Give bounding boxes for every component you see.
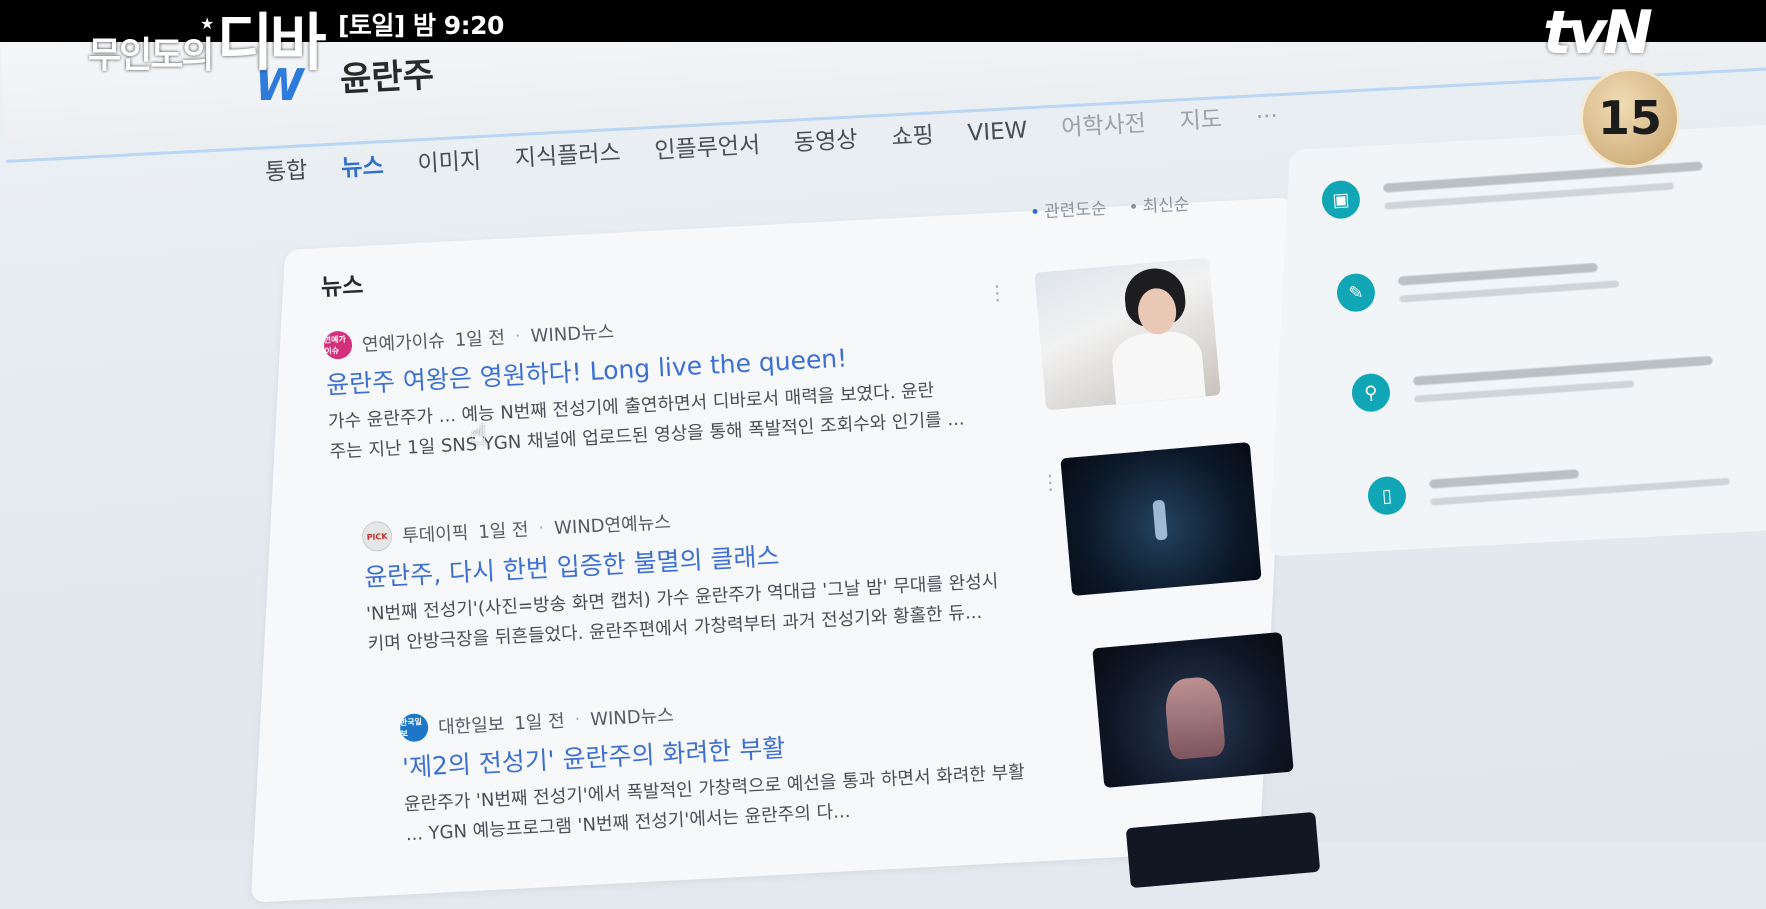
tab-integrated[interactable]: 통합 (264, 151, 308, 187)
tab-influencer[interactable]: 인플루언서 (653, 125, 761, 165)
tab-more[interactable]: ··· (1255, 103, 1278, 130)
news-article: ⋮ PICK 투데이픽 1일 전 · WIND연예뉴스 윤란주, 다시 한번 입… (361, 470, 1099, 660)
airtime-label: [토일] 밤 9:20 (338, 11, 504, 40)
press-logo-icon: 연예가이슈 (323, 330, 353, 360)
hand-cursor-icon: ☝ (470, 418, 488, 451)
article-thumbnail[interactable] (1060, 441, 1262, 597)
tab-news[interactable]: 뉴스 (340, 146, 385, 182)
dot-icon: • (1128, 197, 1140, 218)
sort-latest[interactable]: • 최신순 (1128, 190, 1190, 218)
show-logo-small-text: 무인도의 (88, 35, 214, 76)
channel-logo: tvN (1543, 0, 1653, 68)
meta-divider: · (537, 517, 545, 539)
phone-icon: ▯ (1366, 475, 1408, 516)
tab-map[interactable]: 지도 (1179, 100, 1223, 136)
show-logo: 무인도의 디바 ★ (88, 2, 327, 79)
article-thumbnail[interactable] (1034, 257, 1221, 411)
article-time: 1일 전 (513, 710, 566, 735)
press-logo-icon: PICK (361, 520, 393, 553)
show-logo-big-text: 디바 (216, 6, 326, 79)
article-thumbnail[interactable] (1092, 631, 1294, 789)
press-name[interactable]: 투데이픽 (401, 519, 469, 548)
sort-relevance[interactable]: • 관련도순 (1029, 194, 1108, 223)
news-list: 뉴스 ⋮ 연예가이슈 연예가이슈 1일 전 · WIND뉴스 윤란주 여왕은 영… (320, 228, 1113, 909)
press-logo-icon: 한국일보 (399, 712, 429, 743)
star-icon: ★ (200, 14, 215, 33)
news-article: ⋮ 한국일보 대한일보 1일 전 · WIND뉴스 '제2의 전성기' 윤란주의… (399, 661, 1109, 851)
article-time: 1일 전 (454, 327, 506, 352)
tab-dictionary[interactable]: 어학사전 (1060, 104, 1147, 143)
article-time: 1일 전 (477, 519, 530, 544)
more-options-icon[interactable]: ⋮ (1040, 470, 1061, 495)
tab-knowledge-plus[interactable]: 지식플러스 (514, 133, 622, 173)
dot-icon: • (1029, 202, 1041, 223)
tab-video[interactable]: 동영상 (793, 120, 858, 157)
search-icon: ⚲ (1350, 372, 1392, 413)
pencil-icon: ✎ (1335, 272, 1377, 313)
article-source[interactable]: WIND뉴스 (530, 318, 615, 348)
age-rating-badge: 15 (1580, 68, 1680, 168)
press-name[interactable]: 연예가이슈 (361, 327, 446, 357)
meta-divider: · (573, 708, 581, 730)
tab-view[interactable]: VIEW (967, 117, 1028, 146)
more-options-icon[interactable]: ⋮ (987, 280, 1008, 305)
article-source[interactable]: WIND연예뉴스 (553, 508, 672, 540)
tab-images[interactable]: 이미지 (416, 141, 482, 178)
article-source[interactable]: WIND뉴스 (590, 701, 675, 731)
meta-divider: · (514, 325, 522, 347)
tab-shopping[interactable]: 쇼핑 (890, 116, 935, 152)
news-article: ⋮ 연예가이슈 연예가이슈 1일 전 · WIND뉴스 윤란주 여왕은 영원하다… (323, 280, 1089, 468)
search-input[interactable]: 윤란주 (339, 47, 435, 101)
press-name[interactable]: 대한일보 (437, 710, 505, 739)
photo-icon: ▣ (1320, 179, 1362, 220)
